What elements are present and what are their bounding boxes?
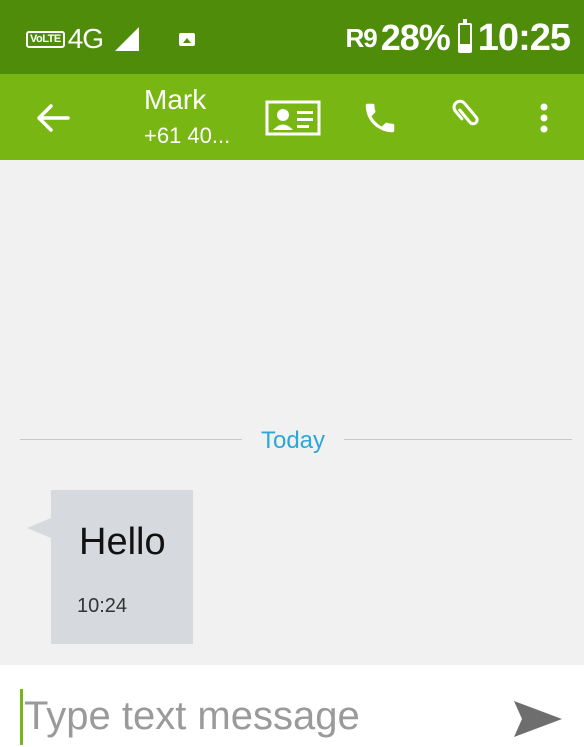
more-options-button[interactable] (524, 94, 564, 142)
volte-indicator: VoLTE (26, 30, 65, 48)
paperclip-icon (452, 99, 479, 126)
back-button[interactable] (28, 96, 78, 140)
message-time: 10:24 (77, 595, 128, 617)
status-left: VoLTE 4G (26, 22, 196, 56)
battery-fill (459, 43, 470, 51)
send-icon (514, 701, 562, 737)
phone-icon (365, 103, 395, 133)
contact-number: +61 40... (144, 123, 231, 148)
date-divider-line (344, 439, 572, 440)
network-type: 4G (67, 23, 104, 54)
contact-card-button[interactable] (262, 94, 324, 142)
contact-card-icon (265, 100, 321, 136)
send-button[interactable] (508, 695, 568, 743)
battery-percent: 28% (380, 17, 451, 58)
attach-button[interactable] (436, 94, 502, 142)
carrier-label: R9 (345, 22, 377, 53)
message-input[interactable] (24, 687, 484, 745)
date-separator: Today (260, 427, 326, 454)
message-bubble[interactable]: Hello 10:24 (27, 490, 193, 644)
battery-icon (457, 19, 472, 53)
arrow-left-icon (37, 104, 70, 132)
date-divider-line (20, 439, 242, 440)
contact-info[interactable]: Mark +61 40... (144, 84, 230, 150)
status-right: R9 28% 10:25 (345, 16, 571, 60)
text-cursor (20, 689, 23, 745)
message-list[interactable]: Today Hello 10:24 (0, 160, 584, 665)
signal-icon (115, 27, 140, 51)
conversation-header: Mark +61 40... (0, 74, 584, 160)
clock: 10:25 (477, 16, 571, 59)
bubble-tail (27, 518, 51, 538)
message-text: Hello (79, 521, 166, 563)
more-vertical-icon (540, 103, 548, 133)
image-notification-icon (179, 32, 196, 46)
status-bar: VoLTE 4G R9 28% 10:25 (0, 0, 584, 74)
call-button[interactable] (352, 94, 408, 142)
composer (0, 665, 584, 747)
contact-name: Mark (144, 84, 207, 115)
